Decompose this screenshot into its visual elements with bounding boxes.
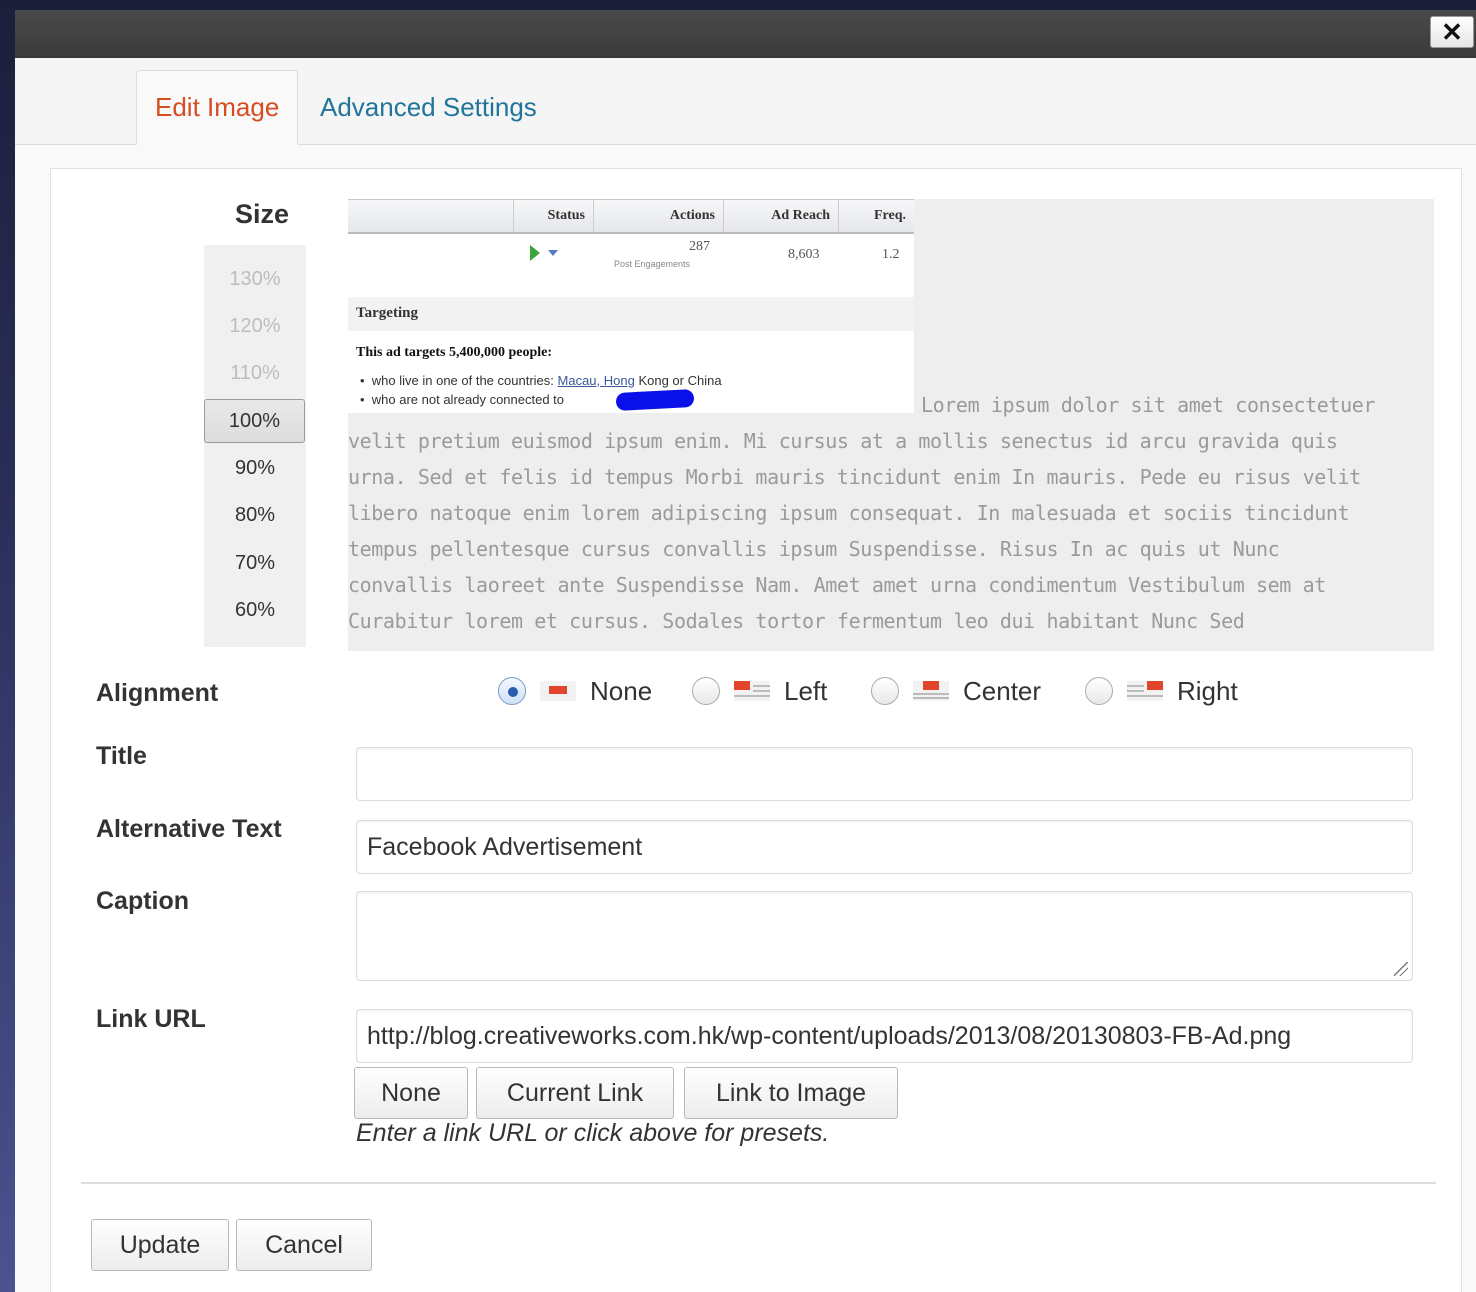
align-center-label: Center (963, 675, 1042, 706)
fb-bullet-2-text: who are not already connected to (371, 392, 565, 407)
fb-targets-text: This ad targets 5,400,000 people: (356, 345, 552, 360)
align-center-radio[interactable] (871, 677, 899, 705)
edit-image-panel: Size 130% 120% 110% 100% 90% 80% 70% 60%… (50, 168, 1462, 1292)
image-preview: Status Actions Ad Reach Freq. 287 Post E… (348, 199, 1434, 651)
size-option-100[interactable]: 100% (204, 399, 305, 443)
align-option-none[interactable]: None (498, 671, 652, 711)
fb-col-freq: Freq. (838, 200, 914, 232)
fb-reach-value: 8,603 (788, 247, 820, 262)
size-option-80[interactable]: 80% (204, 493, 306, 537)
align-none-label: None (590, 675, 653, 706)
size-option-120[interactable]: 120% (204, 304, 306, 348)
alignment-label: Alignment (96, 679, 219, 707)
fb-bullet-1-suffix: Kong or China (634, 373, 722, 388)
fb-col-reach: Ad Reach (723, 200, 838, 232)
align-right-label: Right (1177, 675, 1238, 706)
update-button[interactable]: Update (91, 1219, 229, 1271)
link-to-image-button[interactable]: Link to Image (684, 1067, 898, 1119)
lorem-line-5: tempus pellentesque cursus convallis ips… (348, 537, 1280, 561)
fb-table-header: Status Actions Ad Reach Freq. (348, 199, 914, 234)
caption-textarea[interactable] (356, 891, 1413, 981)
title-label: Title (96, 742, 147, 770)
lorem-line-1: Lorem ipsum dolor sit amet consectetuer (921, 393, 1375, 417)
align-right-radio[interactable] (1085, 677, 1113, 705)
align-none-icon (540, 677, 576, 705)
fb-bullet-2: • who are not already connected to (360, 392, 565, 407)
resize-grip-icon[interactable] (1394, 962, 1408, 976)
align-option-left[interactable]: Left (692, 671, 827, 711)
size-options: 130% 120% 110% 100% 90% 80% 70% 60% (204, 245, 306, 647)
size-option-70[interactable]: 70% (204, 541, 306, 585)
fb-col-status: Status (513, 200, 593, 232)
align-left-label: Left (784, 675, 828, 706)
fb-freq-value: 1.2 (882, 247, 900, 262)
tab-bar: Edit Image Advanced Settings (15, 58, 1476, 145)
fb-targeting-title: Targeting (356, 305, 418, 321)
lorem-line-4: libero natoque enim lorem adipiscing ips… (348, 501, 1350, 525)
align-center-icon (913, 677, 949, 705)
lorem-line-3: urna. Sed et felis id tempus Morbi mauri… (348, 465, 1361, 489)
size-option-60[interactable]: 60% (204, 588, 306, 632)
close-icon: ✕ (1441, 16, 1463, 47)
link-url-input[interactable]: http://blog.creativeworks.com.hk/wp-cont… (356, 1009, 1413, 1063)
link-none-button[interactable]: None (354, 1067, 468, 1119)
fb-col-actions: Actions (593, 200, 723, 232)
size-option-130[interactable]: 130% (204, 257, 306, 301)
fb-targeting-band (348, 297, 914, 331)
link-url-label: Link URL (96, 1005, 206, 1033)
fb-bullet-1-link: Macau, Hong (557, 373, 635, 388)
size-option-90[interactable]: 90% (204, 446, 306, 490)
tab-advanced-settings[interactable]: Advanced Settings (302, 70, 555, 144)
redaction-scribble (615, 388, 695, 412)
size-option-110[interactable]: 110% (204, 351, 306, 395)
size-label: Size (235, 199, 290, 229)
fb-bullet-1: • who live in one of the countries: Maca… (360, 373, 722, 388)
fb-bullet-1-prefix: who live in one of the countries: (371, 373, 558, 388)
alt-text-label: Alternative Text (96, 815, 282, 843)
edit-image-dialog: ✕ Edit Image Advanced Settings Size 130%… (15, 10, 1476, 1292)
caption-label: Caption (96, 887, 190, 915)
align-option-right[interactable]: Right (1085, 671, 1238, 711)
align-left-icon (734, 677, 770, 705)
alt-text-input[interactable]: Facebook Advertisement (356, 820, 1413, 874)
align-right-icon (1127, 677, 1163, 705)
cancel-button[interactable]: Cancel (236, 1219, 372, 1271)
current-link-button[interactable]: Current Link (476, 1067, 674, 1119)
lorem-line-6: convallis laoreet ante Suspendisse Nam. … (348, 573, 1326, 597)
tab-edit-image[interactable]: Edit Image (136, 70, 299, 145)
play-status-icon (530, 245, 558, 261)
lorem-line-2: velit pretium euismod ipsum enim. Mi cur… (348, 429, 1338, 453)
dialog-titlebar: ✕ (15, 10, 1476, 58)
title-input[interactable] (356, 747, 1413, 801)
link-url-hint: Enter a link URL or click above for pres… (356, 1119, 830, 1147)
fb-actions-value: 287 (689, 239, 710, 254)
lorem-line-7: Curabitur lorem et cursus. Sodales torto… (348, 609, 1245, 633)
preview-image: Status Actions Ad Reach Freq. 287 Post E… (348, 199, 914, 413)
align-option-center[interactable]: Center (871, 671, 1041, 711)
align-left-radio[interactable] (692, 677, 720, 705)
footer-divider (81, 1182, 1436, 1184)
fb-actions-sub: Post Engagements (614, 259, 691, 269)
align-none-radio[interactable] (498, 677, 526, 705)
close-button[interactable]: ✕ (1430, 16, 1474, 48)
